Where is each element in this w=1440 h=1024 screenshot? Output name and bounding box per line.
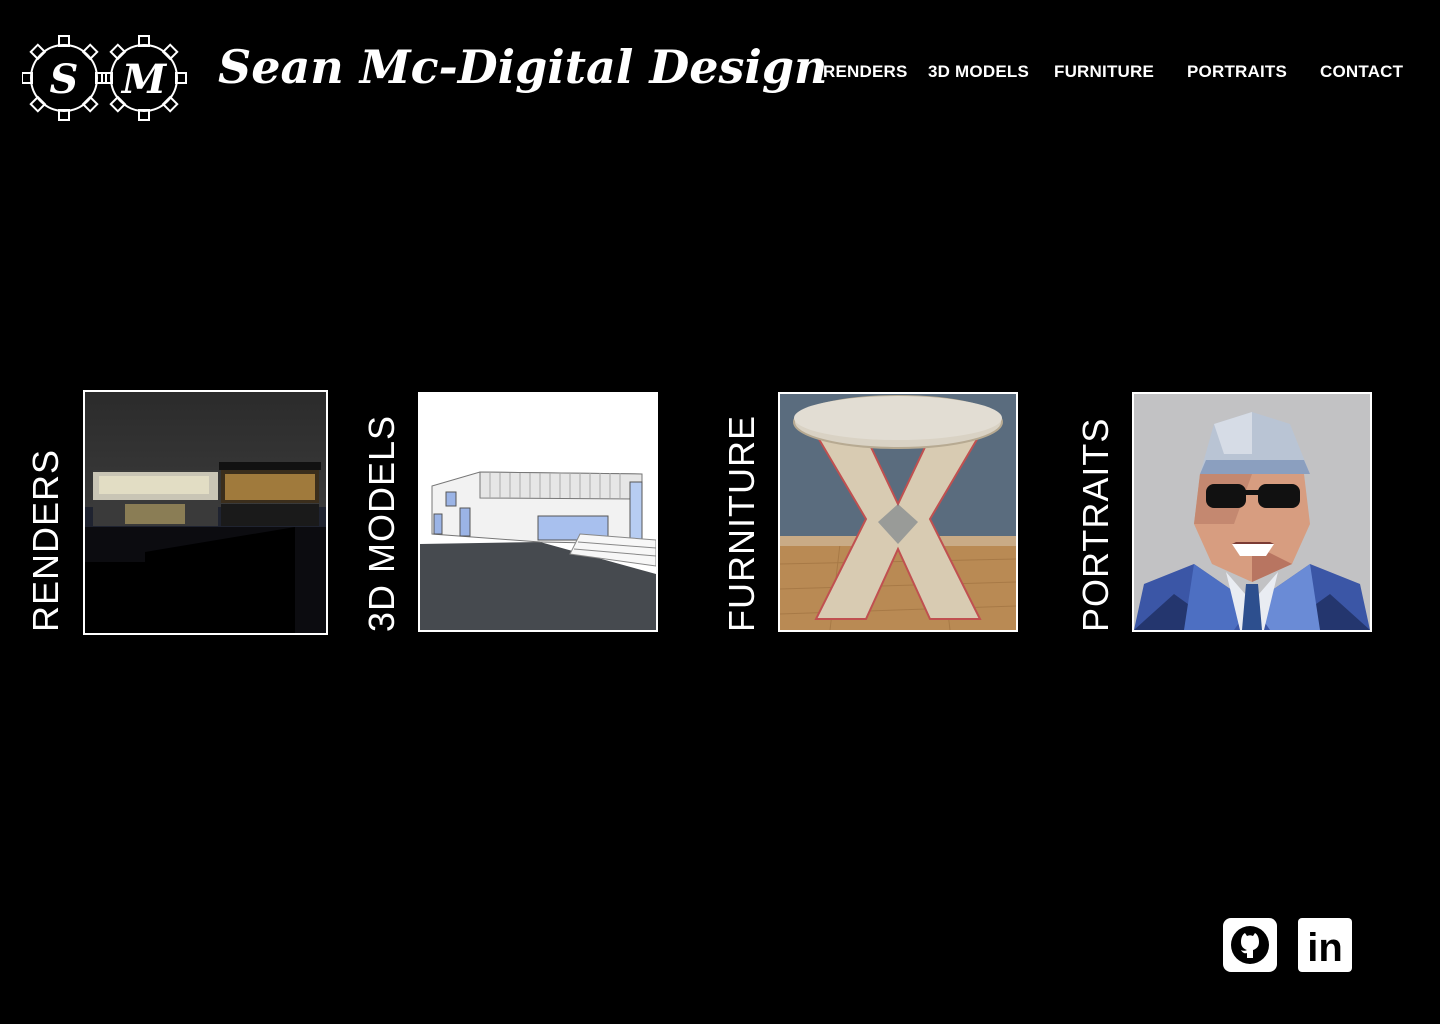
- card-label-furniture[interactable]: FURNITURE: [721, 415, 762, 632]
- building-section-render-image: [85, 392, 326, 633]
- main-nav: RENDERS 3D MODELS FURNITURE PORTRAITS CO…: [0, 62, 1440, 86]
- nav-contact[interactable]: CONTACT: [1320, 62, 1403, 82]
- plywood-stool-image: [780, 394, 1016, 630]
- nav-3d-models[interactable]: 3D MODELS: [928, 62, 1029, 82]
- nav-portraits[interactable]: PORTRAITS: [1187, 62, 1287, 82]
- github-icon: [1223, 918, 1277, 972]
- nav-renders[interactable]: RENDERS: [823, 62, 908, 82]
- low-poly-portrait-image: [1134, 394, 1370, 630]
- card-label-3d-models[interactable]: 3D MODELS: [361, 415, 402, 632]
- house-3d-model-image: [420, 394, 656, 630]
- linkedin-link[interactable]: in: [1298, 918, 1352, 972]
- card-label-renders[interactable]: RENDERS: [25, 449, 66, 632]
- github-link[interactable]: [1223, 918, 1277, 972]
- card-furniture[interactable]: [778, 392, 1018, 632]
- card-label-portraits[interactable]: PORTRAITS: [1075, 418, 1116, 632]
- nav-furniture[interactable]: FURNITURE: [1054, 62, 1154, 82]
- linkedin-icon: in: [1298, 918, 1352, 972]
- card-portraits[interactable]: [1132, 392, 1372, 632]
- card-3d-models[interactable]: [418, 392, 658, 632]
- linkedin-glyph: in: [1307, 926, 1343, 970]
- card-renders[interactable]: [83, 390, 328, 635]
